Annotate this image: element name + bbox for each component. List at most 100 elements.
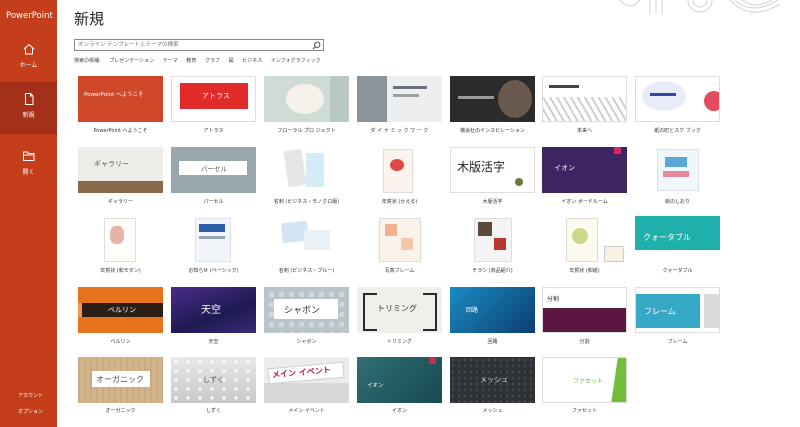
- template-title: しずく: [203, 376, 224, 384]
- template-thumbnail[interactable]: [542, 76, 627, 122]
- sidebar-item-open[interactable]: 開く: [0, 146, 57, 190]
- app-title: PowerPoint: [6, 11, 53, 21]
- template-caption: パーセル: [203, 199, 224, 205]
- sidebar-options[interactable]: オプション: [18, 408, 43, 415]
- template-title: オーガニック: [96, 375, 144, 384]
- template-thumbnail[interactable]: イオン: [542, 147, 627, 193]
- template-caption: クォータブル: [662, 268, 693, 274]
- sidebar-item-label: ホーム: [19, 62, 38, 69]
- template-thumbnail[interactable]: 木版活字: [450, 147, 535, 193]
- template-thumbnail[interactable]: しずく: [171, 357, 256, 403]
- template-caption: シャボン: [296, 339, 317, 345]
- suggestion-link[interactable]: テーマ: [163, 58, 178, 64]
- search-input[interactable]: [75, 40, 311, 50]
- sidebar-account[interactable]: アカウント: [18, 392, 43, 399]
- template-caption: 絵のしおり: [664, 199, 690, 205]
- template-thumbnail[interactable]: [450, 216, 535, 262]
- template-caption: PowerPoint へようこそ: [93, 128, 148, 134]
- template-caption: メイン イベント: [288, 408, 325, 414]
- template-caption: メッシュ: [482, 408, 503, 414]
- template-thumbnail[interactable]: アトラス: [171, 76, 256, 122]
- sidebar-item-new[interactable]: 新規: [0, 82, 57, 134]
- template-thumbnail[interactable]: [357, 76, 442, 122]
- template-thumbnail[interactable]: クォータブル: [635, 216, 720, 262]
- template-title: PowerPoint へようこそ: [84, 92, 144, 98]
- template-caption: 年賀状 (和モダン): [100, 268, 141, 274]
- template-caption: 名刺 (ビジネス・モノクロ版): [273, 199, 340, 205]
- template-title: ベルリン: [108, 306, 136, 314]
- suggestion-link[interactable]: 図: [229, 58, 234, 64]
- suggestion-link[interactable]: 教育: [186, 58, 196, 64]
- suggestion-link[interactable]: インフォグラフィック: [271, 58, 321, 64]
- template-thumbnail[interactable]: [171, 216, 256, 262]
- template-thumbnail[interactable]: フレーム: [635, 287, 720, 333]
- template-caption: お知らせ (ベーシック): [188, 268, 239, 274]
- template-caption: 年賀状 (かえる): [381, 199, 418, 205]
- template-thumbnail[interactable]: シャボン: [264, 287, 349, 333]
- page-title: 新規: [74, 10, 105, 28]
- template-thumbnail[interactable]: 天空: [171, 287, 256, 333]
- template-caption: 未来へ: [576, 128, 592, 134]
- template-thumbnail[interactable]: オーガニック: [78, 357, 163, 403]
- template-thumbnail[interactable]: 分割: [542, 287, 627, 333]
- template-caption: ギャラリー: [107, 199, 133, 205]
- search-icon[interactable]: [312, 41, 321, 50]
- search-suggestions: 検索の候補: プレゼンテーション テーマ 教育 グラフ 図 ビジネス インフォグ…: [74, 57, 328, 64]
- template-title: トリミング: [377, 304, 417, 313]
- template-thumbnail[interactable]: [264, 216, 349, 262]
- template-title: フレーム: [644, 307, 676, 316]
- template-thumbnail[interactable]: [78, 216, 163, 262]
- suggestion-link[interactable]: ビジネス: [242, 58, 262, 64]
- template-thumbnail[interactable]: トリミング: [357, 287, 442, 333]
- template-title: イオン: [367, 383, 384, 389]
- template-title: ファセット: [573, 378, 604, 385]
- template-title: 回路: [466, 307, 479, 314]
- new-document-icon: [24, 93, 33, 105]
- template-caption: フローラル プロ ジェクト: [277, 128, 336, 134]
- template-thumbnail[interactable]: PowerPoint へようこそ: [78, 76, 163, 122]
- template-thumbnail[interactable]: パーセル: [171, 147, 256, 193]
- template-thumbnail[interactable]: メッシュ: [450, 357, 535, 403]
- template-caption: 分割: [579, 339, 590, 345]
- template-caption: 紙の町とスケ ブック: [654, 128, 701, 134]
- template-title: ギャラリー: [94, 160, 129, 168]
- sidebar: PowerPoint ホーム 新規 開く アカウント オプション: [0, 0, 57, 427]
- suggestion-link[interactable]: プレゼンテーション: [109, 58, 154, 64]
- template-title: クォータブル: [643, 233, 691, 242]
- template-thumbnail[interactable]: [264, 76, 349, 122]
- template-thumbnail[interactable]: [542, 216, 627, 262]
- search-box[interactable]: [74, 39, 324, 51]
- template-thumbnail[interactable]: [635, 76, 720, 122]
- template-thumbnail[interactable]: [635, 147, 720, 193]
- template-thumbnail[interactable]: メイン イベント: [264, 357, 349, 403]
- template-thumbnail[interactable]: [264, 147, 349, 193]
- sidebar-item-home[interactable]: ホーム: [0, 36, 57, 80]
- template-caption: 写真フレーム: [384, 268, 415, 274]
- template-caption: アトラス: [203, 128, 224, 134]
- template-caption: 天空: [208, 339, 219, 345]
- template-thumbnail[interactable]: [450, 76, 535, 122]
- template-thumbnail[interactable]: イオン: [357, 357, 442, 403]
- template-title: 木版活字: [457, 160, 506, 174]
- suggestion-link[interactable]: グラフ: [205, 58, 220, 64]
- template-caption: オーガニック: [105, 408, 136, 414]
- template-thumbnail[interactable]: [357, 216, 442, 262]
- template-caption: イオン: [391, 408, 407, 414]
- template-caption: ダ イ ナ ミ ッ ク ワ ー ク: [370, 128, 429, 134]
- template-thumbnail[interactable]: [357, 147, 442, 193]
- template-caption: ファセット: [571, 408, 597, 414]
- decorative-pattern: [619, 0, 781, 14]
- template-caption: チラシ (商品紹介): [472, 268, 513, 274]
- template-title: アトラス: [202, 92, 230, 100]
- folder-icon: [22, 151, 34, 161]
- template-caption: イオン ボードルーム: [561, 199, 608, 205]
- template-thumbnail[interactable]: ファセット: [542, 357, 627, 403]
- template-thumbnail[interactable]: 回路: [450, 287, 535, 333]
- home-icon: [23, 43, 34, 55]
- template-caption: 名刺 (ビジネス・ブルー): [278, 268, 335, 274]
- template-thumbnail[interactable]: ギャラリー: [78, 147, 163, 193]
- template-caption: ベルリン: [110, 339, 131, 345]
- template-title: イオン: [554, 164, 575, 172]
- template-thumbnail[interactable]: ベルリン: [78, 287, 163, 333]
- template-caption: フレーム: [667, 339, 688, 345]
